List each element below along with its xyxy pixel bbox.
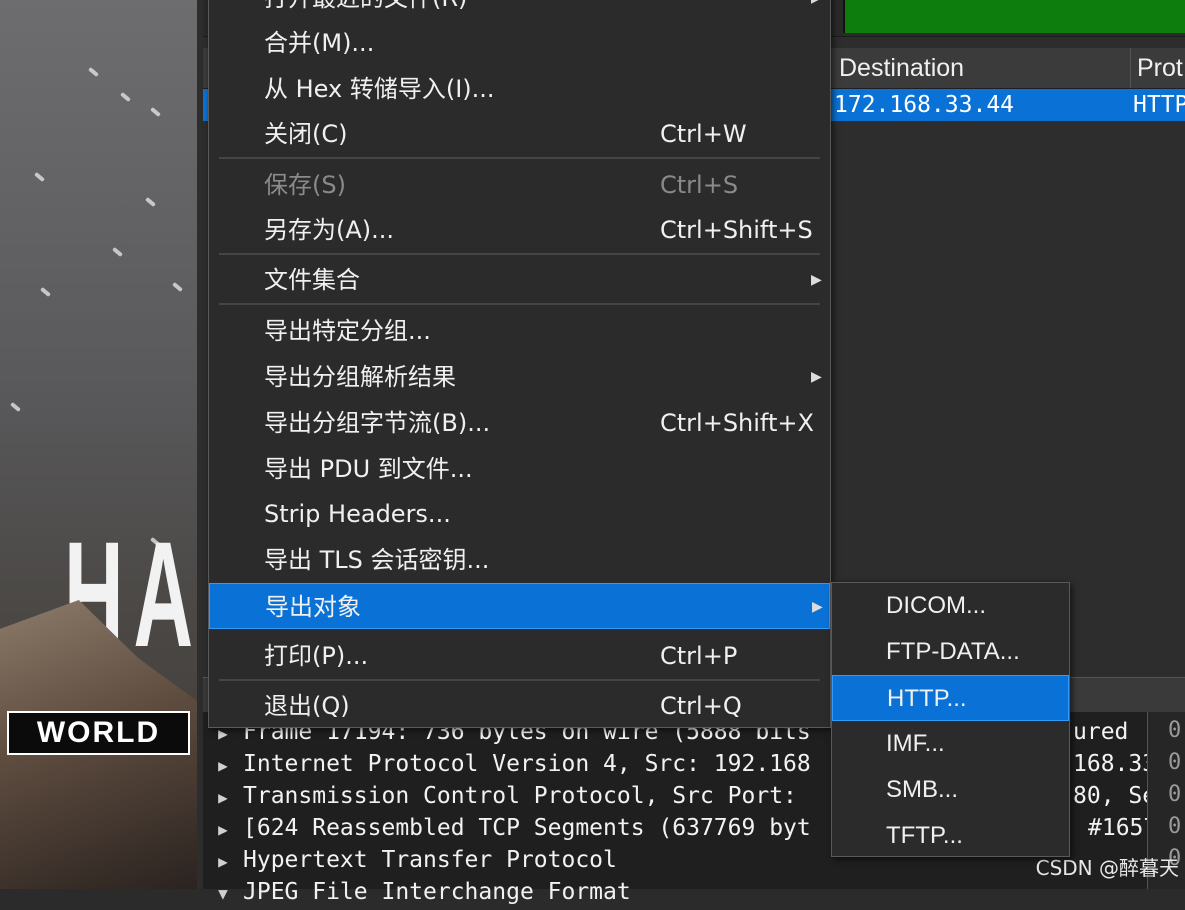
- menu-item-export-dissections[interactable]: 导出分组解析结果 ▶: [209, 354, 830, 400]
- menu-item-export-specified[interactable]: 导出特定分组...: [209, 308, 830, 354]
- menu-item-import-hex[interactable]: 从 Hex 转储导入(I)...: [209, 66, 830, 112]
- menu-item-print[interactable]: 打印(P)... Ctrl+P: [209, 633, 830, 679]
- detail-row-jpeg[interactable]: ▼ JPEG File Interchange Format: [203, 876, 631, 908]
- submenu-item-smb[interactable]: SMB...: [832, 767, 1069, 813]
- cell-protocol: HTTP: [1133, 92, 1185, 118]
- detail-row-reassembled[interactable]: ▶ [624 Reassembled TCP Segments (637769 b…: [203, 812, 811, 844]
- detail-fragment: 80, Se: [1073, 783, 1157, 809]
- detail-fragment: 168.33: [1073, 751, 1157, 777]
- triangle-right-icon: ▶: [812, 599, 823, 615]
- cell-destination: 172.168.33.44: [834, 92, 1015, 118]
- expand-arrow-icon[interactable]: ▶: [203, 846, 243, 878]
- detail-fragment: ured (: [1073, 719, 1157, 745]
- menu-item-merge[interactable]: 合并(M)...: [209, 20, 830, 66]
- column-protocol[interactable]: Prot: [1131, 48, 1185, 88]
- menu-item-save-as[interactable]: 另存为(A)... Ctrl+Shift+S: [209, 207, 830, 253]
- submenu-item-ftp-data[interactable]: FTP-DATA...: [832, 629, 1069, 675]
- triangle-right-icon: ▶: [811, 369, 822, 385]
- detail-row-http[interactable]: ▶ Hypertext Transfer Protocol: [203, 844, 617, 876]
- collapse-arrow-icon[interactable]: ▼: [203, 878, 243, 910]
- detail-row-tcp[interactable]: ▶ Transmission Control Protocol, Src Port…: [203, 780, 797, 812]
- menu-item-file-set[interactable]: 文件集合 ▶: [209, 257, 830, 303]
- hex-glyph: 0: [1168, 782, 1182, 807]
- submenu-item-imf[interactable]: IMF...: [832, 721, 1069, 767]
- export-objects-submenu: DICOM... FTP-DATA... HTTP... IMF... SMB.…: [831, 582, 1070, 857]
- menu-item-quit[interactable]: 退出(Q) Ctrl+Q: [209, 683, 830, 729]
- hex-glyph: 0: [1168, 814, 1182, 839]
- menu-separator: [219, 157, 820, 159]
- submenu-item-http[interactable]: HTTP...: [832, 675, 1069, 721]
- menu-item-open-recent[interactable]: 打开最近的文件(R) ▶: [209, 0, 830, 21]
- hex-glyph: 0: [1168, 750, 1182, 775]
- display-filter-input[interactable]: [843, 0, 1185, 33]
- menu-separator: [219, 303, 820, 305]
- submenu-item-dicom[interactable]: DICOM...: [832, 583, 1069, 629]
- triangle-right-icon: ▶: [811, 0, 822, 21]
- triangle-right-icon: ▶: [811, 272, 822, 288]
- submenu-item-tftp[interactable]: TFTP...: [832, 813, 1069, 859]
- column-destination[interactable]: Destination: [833, 48, 1131, 88]
- menu-item-strip-headers[interactable]: Strip Headers...: [209, 491, 830, 537]
- menu-item-save[interactable]: 保存(S) Ctrl+S: [209, 162, 830, 208]
- menu-item-export-tls-keys[interactable]: 导出 TLS 会话密钥...: [209, 537, 830, 583]
- expand-arrow-icon[interactable]: ▶: [203, 750, 243, 782]
- menu-item-export-pdu[interactable]: 导出 PDU 到文件...: [209, 446, 830, 492]
- menu-item-export-objects[interactable]: 导出对象 ▶: [209, 583, 830, 629]
- menu-item-export-bytes[interactable]: 导出分组字节流(B)... Ctrl+Shift+X: [209, 400, 830, 446]
- menu-separator: [219, 253, 820, 255]
- expand-arrow-icon[interactable]: ▶: [203, 782, 243, 814]
- expand-arrow-icon[interactable]: ▶: [203, 814, 243, 846]
- detail-row-ip[interactable]: ▶ Internet Protocol Version 4, Src: 192.1…: [203, 748, 811, 780]
- menu-separator: [219, 679, 820, 681]
- wallpaper-logo: WORLD: [7, 711, 190, 755]
- file-menu: 打开最近的文件(R) ▶ 合并(M)... 从 Hex 转储导入(I)... 关…: [208, 0, 831, 728]
- menu-item-close[interactable]: 关闭(C) Ctrl+W: [209, 111, 830, 157]
- desktop-wallpaper: HA WORLD: [0, 0, 197, 889]
- hex-glyph: 0: [1168, 718, 1182, 743]
